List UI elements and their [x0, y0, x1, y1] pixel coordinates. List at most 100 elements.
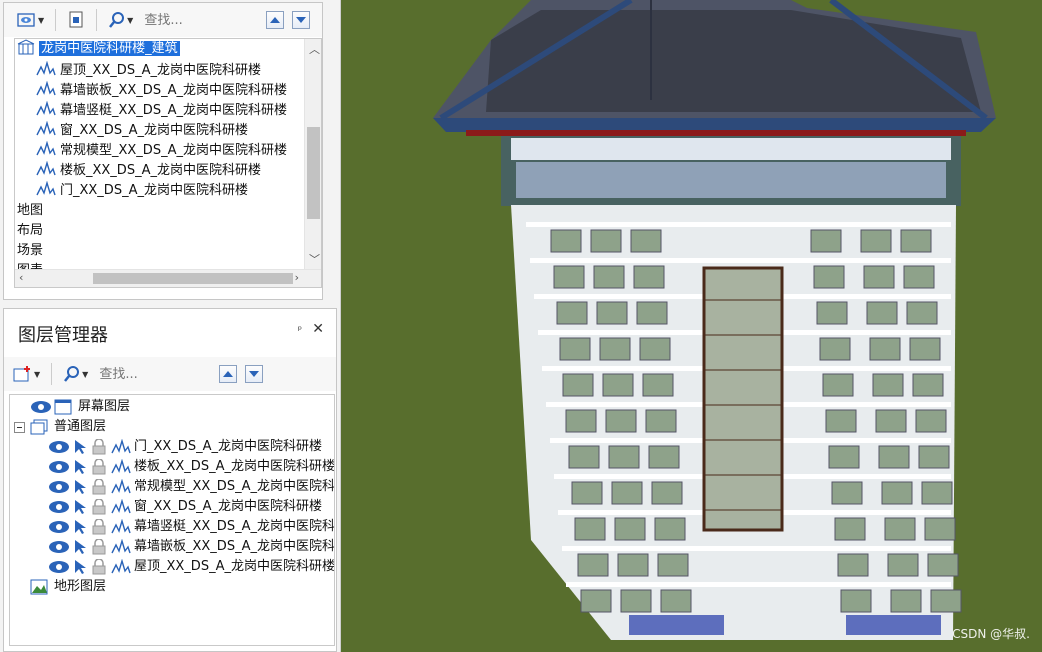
move-down-button[interactable] — [245, 365, 264, 383]
window — [875, 409, 907, 433]
tree-item-child[interactable]: 幕墙竖梃_XX_DS_A_龙岗中医院科研楼 — [35, 100, 287, 121]
tree-item-child[interactable]: 屋顶_XX_DS_A_龙岗中医院科研楼 — [35, 60, 261, 81]
eye-icon[interactable] — [48, 480, 70, 494]
window — [840, 589, 872, 613]
tree-item-child[interactable]: 常规模型_XX_DS_A_龙岗中医院科研楼 — [35, 140, 287, 161]
horizontal-scrollbar[interactable]: ‹ › — [15, 269, 321, 287]
lock-icon[interactable] — [90, 559, 108, 575]
workspace-panel: ▼ ▼ 龙岗中医院科研楼_建筑 屋顶_XX_DS_A_龙岗中医院科研楼幕墙嵌板_… — [3, 2, 323, 300]
close-icon[interactable]: ✕ — [312, 321, 324, 337]
vertical-scrollbar[interactable]: ︿ ﹀ — [304, 39, 321, 271]
layer-label: 幕墙竖梃_XX_DS_A_龙岗中医院科研楼 — [134, 519, 335, 534]
floor-slab — [526, 222, 951, 227]
window — [630, 229, 662, 253]
toolbar-separator — [55, 9, 57, 31]
lock-icon[interactable] — [90, 499, 108, 515]
layer-search-input[interactable] — [99, 366, 190, 382]
layer-item[interactable]: 门_XX_DS_A_龙岗中医院科研楼 — [48, 437, 322, 457]
eye-icon[interactable] — [48, 540, 70, 554]
scroll-thumb[interactable] — [307, 127, 320, 219]
add-layer-button[interactable]: ▼ — [10, 363, 43, 385]
watermark: CSDN @华叔. — [952, 627, 1030, 641]
tree-item-label: 幕墙嵌板_XX_DS_A_龙岗中医院科研楼 — [60, 83, 287, 98]
eye-icon[interactable] — [48, 500, 70, 514]
chevron-down-icon[interactable]: ﹀ — [309, 251, 320, 267]
tree-item-scene[interactable]: 场景 — [17, 241, 43, 261]
window — [869, 337, 901, 361]
selectable-pointer-icon[interactable] — [72, 499, 88, 515]
window — [568, 445, 600, 469]
lock-icon[interactable] — [90, 459, 108, 475]
pin-icon[interactable]: ᵖ — [298, 325, 302, 336]
search-dropdown-button[interactable]: ▼ — [60, 363, 91, 385]
eye-icon[interactable] — [48, 460, 70, 474]
chevron-right-icon[interactable]: › — [295, 271, 299, 284]
layer-tree: 屏幕图层 普通图层 门_XX_DS_A_龙岗中医院科研楼 楼板_XX_DS_A_龙… — [9, 394, 335, 646]
window — [636, 301, 668, 325]
model-dataset-icon — [110, 439, 132, 455]
selectable-pointer-icon[interactable] — [72, 479, 88, 495]
window — [565, 409, 597, 433]
layer-terrain[interactable]: 地形图层 — [30, 577, 106, 597]
eye-icon[interactable] — [48, 440, 70, 454]
lock-icon[interactable] — [90, 539, 108, 555]
selectable-pointer-icon[interactable] — [72, 519, 88, 535]
eye-icon[interactable] — [48, 520, 70, 534]
tree-item-child[interactable]: 楼板_XX_DS_A_龙岗中医院科研楼 — [35, 160, 261, 181]
open-data-button[interactable] — [64, 9, 88, 31]
move-down-button[interactable] — [292, 11, 311, 29]
selectable-pointer-icon[interactable] — [72, 459, 88, 475]
selectable-pointer-icon[interactable] — [72, 539, 88, 555]
layer-group-normal[interactable]: 普通图层 — [14, 417, 106, 437]
window — [611, 481, 643, 505]
layer-screen[interactable]: 屏幕图层 — [30, 397, 130, 417]
window — [645, 409, 677, 433]
window — [608, 445, 640, 469]
scroll-thumb[interactable] — [93, 273, 293, 284]
tree-item-selected[interactable]: 龙岗中医院科研楼_建筑 — [17, 39, 180, 59]
tree-item-child[interactable]: 门_XX_DS_A_龙岗中医院科研楼 — [35, 180, 248, 201]
selectable-pointer-icon[interactable] — [72, 559, 88, 575]
lock-icon[interactable] — [90, 479, 108, 495]
window — [605, 409, 637, 433]
window — [596, 301, 628, 325]
move-up-button[interactable] — [266, 11, 285, 29]
tree-item-layout[interactable]: 布局 — [17, 221, 43, 241]
search-dropdown-button[interactable]: ▼ — [105, 9, 136, 31]
eye-icon[interactable] — [30, 400, 52, 414]
lock-icon[interactable] — [90, 519, 108, 535]
tree-item-map[interactable]: 地图 — [17, 201, 43, 221]
tree-item-child[interactable]: 幕墙嵌板_XX_DS_A_龙岗中医院科研楼 — [35, 80, 287, 101]
window — [903, 265, 935, 289]
selectable-pointer-icon[interactable] — [72, 439, 88, 455]
layer-item[interactable]: 幕墙嵌板_XX_DS_A_龙岗中医院科研楼 — [48, 537, 335, 557]
chevron-left-icon[interactable]: ‹ — [19, 271, 23, 284]
eye-icon[interactable] — [48, 560, 70, 574]
building-model[interactable] — [341, 0, 1042, 652]
lock-icon[interactable] — [90, 439, 108, 455]
view-dropdown-button[interactable]: ▼ — [14, 9, 47, 31]
scene-view[interactable]: CSDN @华叔. — [341, 0, 1042, 652]
window — [831, 481, 863, 505]
tree-item-label: 常规模型_XX_DS_A_龙岗中医院科研楼 — [60, 143, 287, 158]
collapse-icon[interactable] — [14, 421, 25, 433]
layer-label: 屋顶_XX_DS_A_龙岗中医院科研楼 — [134, 559, 335, 574]
tree-item-label: 地图 — [17, 203, 44, 218]
layer-item[interactable]: 窗_XX_DS_A_龙岗中医院科研楼 — [48, 497, 322, 517]
workspace-toolbar: ▼ ▼ — [4, 3, 322, 37]
floor-slab — [562, 546, 951, 551]
window — [813, 265, 845, 289]
layer-label: 幕墙嵌板_XX_DS_A_龙岗中医院科研楼 — [134, 539, 335, 554]
layer-item[interactable]: 屋顶_XX_DS_A_龙岗中医院科研楼 — [48, 557, 335, 577]
tree-item-child[interactable]: 窗_XX_DS_A_龙岗中医院科研楼 — [35, 120, 248, 141]
workspace-search-input[interactable] — [144, 12, 235, 28]
layer-item[interactable]: 幕墙竖梃_XX_DS_A_龙岗中医院科研楼 — [48, 517, 335, 537]
window — [550, 229, 582, 253]
move-up-button[interactable] — [219, 365, 238, 383]
arrow-up-icon — [270, 17, 281, 23]
window — [657, 553, 689, 577]
layer-item[interactable]: 常规模型_XX_DS_A_龙岗中医院科研楼 — [48, 477, 334, 497]
layer-item[interactable]: 楼板_XX_DS_A_龙岗中医院科研楼 — [48, 457, 334, 477]
chevron-up-icon[interactable]: ︿ — [309, 41, 320, 57]
window — [884, 517, 916, 541]
